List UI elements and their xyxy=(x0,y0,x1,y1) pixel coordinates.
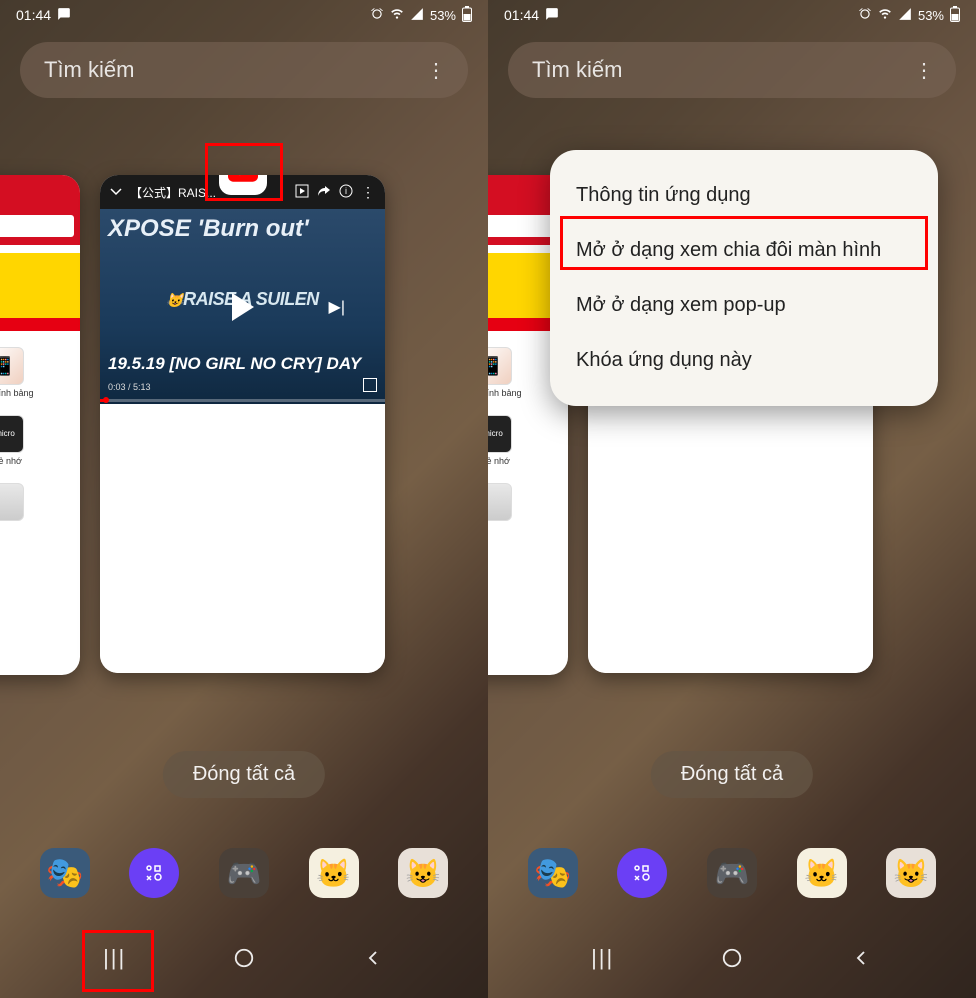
menu-lock-app[interactable]: Khóa ứng dụng này xyxy=(550,333,938,388)
battery-percent: 53% xyxy=(918,8,944,23)
svg-text:i: i xyxy=(345,186,347,196)
nav-back-button[interactable] xyxy=(836,938,886,978)
signal-icon xyxy=(410,7,424,24)
more-icon[interactable]: ⋮ xyxy=(426,58,444,83)
status-bar: 01:44 53% xyxy=(0,0,488,30)
status-time: 01:44 xyxy=(504,7,539,23)
nav-recents-button[interactable]: ||| xyxy=(90,938,140,978)
youtube-body xyxy=(100,404,385,673)
recents-card-youtube[interactable]: 【公式】RAIS... i ⋮ XPOSE 'Burn out' 😺RAISE … xyxy=(100,175,385,673)
dock-icon-1[interactable]: 🎭 xyxy=(40,848,90,898)
more-icon[interactable]: ⋮ xyxy=(914,58,932,83)
nav-home-button[interactable] xyxy=(219,938,269,978)
shop-item-other xyxy=(0,475,80,529)
dock-icon-4[interactable]: 🐱 xyxy=(309,848,359,898)
navigation-bar: ||| xyxy=(0,938,488,978)
video-time: 0:03 / 5:13 xyxy=(108,382,151,392)
more-vertical-icon: ⋮ xyxy=(361,184,375,201)
battery-icon xyxy=(462,6,472,25)
app-context-menu: Thông tin ứng dụng Mở ở dạng xem chia đô… xyxy=(550,150,938,406)
battery-percent: 53% xyxy=(430,8,456,23)
shop-item-memory: micro Thẻ nhớ xyxy=(0,407,80,475)
play-icon[interactable] xyxy=(232,293,254,321)
youtube-app-icon[interactable] xyxy=(219,175,267,195)
right-phone-screen: 01:44 53% Tìm kiếm ⋮ 1 xyxy=(488,0,976,998)
search-bar[interactable]: Tìm kiếm ⋮ xyxy=(20,42,468,98)
share-icon xyxy=(317,184,331,201)
next-icon[interactable]: ▶| xyxy=(329,297,345,317)
status-bar: 01:44 53% xyxy=(488,0,976,30)
dock-icon-1[interactable]: 🎭 xyxy=(528,848,578,898)
video-overlay-title: XPOSE 'Burn out' xyxy=(108,215,377,243)
shop-item-tablet: 📱 Máy tính bảng xyxy=(0,339,80,407)
autoplay-icon xyxy=(295,184,309,201)
shop-item-other xyxy=(488,475,568,529)
notification-icon xyxy=(57,7,71,24)
shop-band: Ỗ 10 TRIỆU xyxy=(0,318,80,331)
shop-categories: 📱 Máy tính bảng micro Thẻ nhớ xyxy=(0,331,80,537)
nav-home-button[interactable] xyxy=(707,938,757,978)
recents-card-shop[interactable]: 1 iễn phí 0 6601 🛒 MSUNG 30% Ỗ 10 TRIỆU … xyxy=(0,175,80,675)
video-progress[interactable] xyxy=(100,399,385,402)
chevron-down-icon xyxy=(110,185,122,200)
shop-banner: MSUNG 30% Ỗ 10 TRIỆU xyxy=(0,253,80,331)
dock-icon-2[interactable] xyxy=(129,848,179,898)
youtube-video-area[interactable]: XPOSE 'Burn out' 😺RAISE A SUILEN ▶| 19.5… xyxy=(100,209,385,404)
search-bar[interactable]: Tìm kiếm ⋮ xyxy=(508,42,956,98)
wifi-icon xyxy=(390,7,404,24)
menu-split-screen[interactable]: Mở ở dạng xem chia đôi màn hình xyxy=(550,223,938,278)
search-placeholder: Tìm kiếm xyxy=(44,57,134,83)
shop-header: 1 iễn phí 0 6601 🛒 xyxy=(0,175,80,245)
nav-back-button[interactable] xyxy=(348,938,398,978)
menu-popup-view[interactable]: Mở ở dạng xem pop-up xyxy=(550,278,938,333)
wifi-icon xyxy=(878,7,892,24)
battery-icon xyxy=(950,6,960,25)
info-icon: i xyxy=(339,184,353,201)
notification-icon xyxy=(545,7,559,24)
close-all-button[interactable]: Đóng tất cả xyxy=(163,751,325,798)
dock-icon-4[interactable]: 🐱 xyxy=(797,848,847,898)
signal-icon xyxy=(898,7,912,24)
left-phone-screen: 01:44 53% Tìm kiếm ⋮ xyxy=(0,0,488,998)
dock-icon-3[interactable]: 🎮 xyxy=(707,848,757,898)
menu-app-info[interactable]: Thông tin ứng dụng xyxy=(550,168,938,223)
fullscreen-icon[interactable] xyxy=(363,378,377,392)
nav-recents-button[interactable]: ||| xyxy=(578,938,628,978)
status-time: 01:44 xyxy=(16,7,51,23)
navigation-bar: ||| xyxy=(488,938,976,978)
dock: 🎭 🎮 🐱 😺 xyxy=(488,848,976,898)
close-all-button[interactable]: Đóng tất cả xyxy=(651,751,813,798)
search-placeholder: Tìm kiếm xyxy=(532,57,622,83)
alarm-icon xyxy=(858,7,872,24)
alarm-icon xyxy=(370,7,384,24)
video-date-line: 19.5.19 [NO GIRL NO CRY] DAY xyxy=(108,354,361,374)
dock-icon-3[interactable]: 🎮 xyxy=(219,848,269,898)
dock-icon-5[interactable]: 😺 xyxy=(886,848,936,898)
recents-cards: 1 iễn phí 0 6601 🛒 MSUNG 30% Ỗ 10 TRIỆU … xyxy=(0,175,488,685)
dock-icon-5[interactable]: 😺 xyxy=(398,848,448,898)
shop-item-memory: micro Thẻ nhớ xyxy=(488,407,568,475)
dock: 🎭 🎮 🐱 😺 xyxy=(0,848,488,898)
shop-search-field xyxy=(0,215,74,237)
dock-icon-2[interactable] xyxy=(617,848,667,898)
youtube-body xyxy=(588,405,873,673)
